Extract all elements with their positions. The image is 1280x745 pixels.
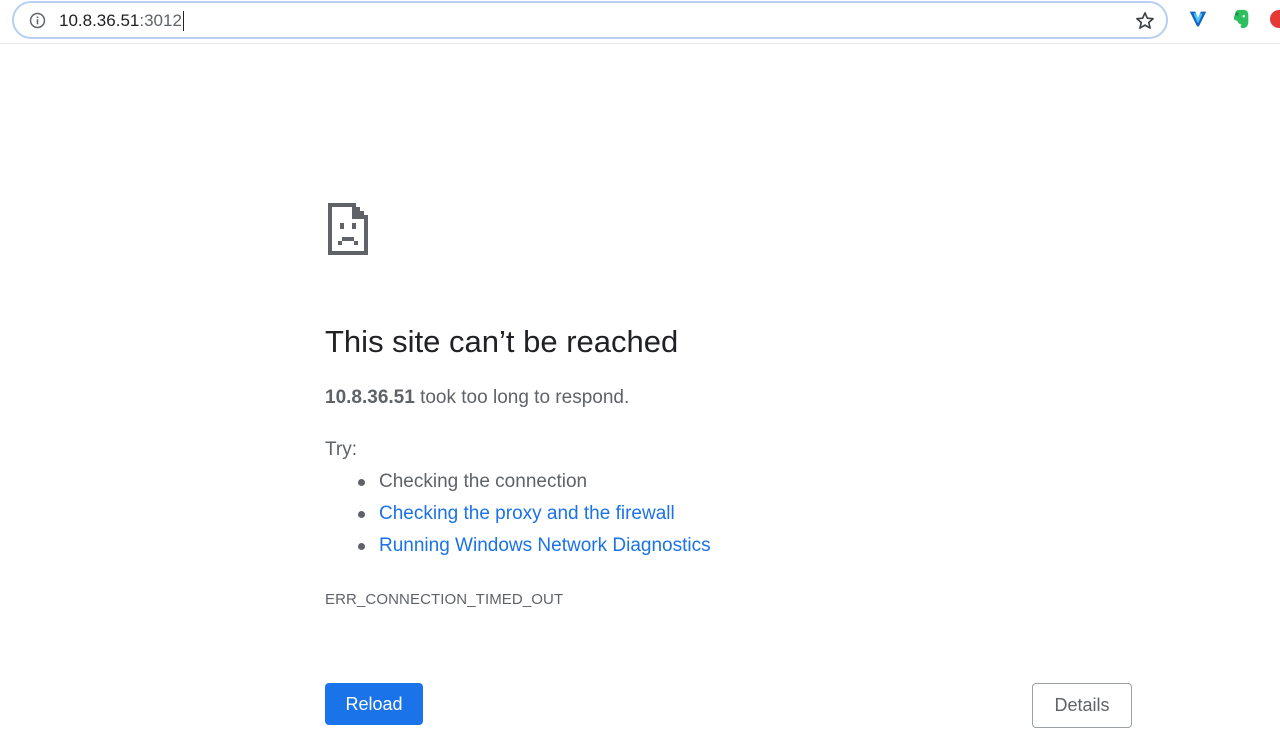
details-button[interactable]: Details [1032, 683, 1132, 728]
bullet-icon [358, 479, 365, 486]
reload-button[interactable]: Reload [325, 683, 423, 725]
url-host: 10.8.36.51 [59, 11, 140, 30]
error-host: 10.8.36.51 [325, 387, 415, 408]
error-summary-text: took too long to respond. [414, 387, 630, 408]
error-heading: This site can’t be reached [325, 324, 679, 359]
try-label: Try: [325, 439, 358, 460]
evernote-extension-icon[interactable] [1230, 8, 1252, 30]
browser-toolbar: 10.8.36.51:3012 [0, 0, 1280, 44]
info-icon[interactable] [29, 12, 46, 29]
url-port: :3012 [139, 11, 182, 30]
text-caret [182, 11, 184, 31]
suggestion-item: Checking the connection [325, 470, 711, 502]
suggestion-check-connection: Checking the connection [379, 471, 588, 492]
suggestion-proxy-firewall-link[interactable]: Checking the proxy and the firewall [379, 503, 675, 524]
suggestion-item: Checking the proxy and the firewall [325, 502, 711, 534]
url-text[interactable]: 10.8.36.51:3012 [59, 11, 184, 31]
error-code: ERR_CONNECTION_TIMED_OUT [325, 591, 564, 608]
star-icon[interactable] [1134, 10, 1156, 32]
red-extension-icon[interactable] [1270, 10, 1280, 28]
error-summary: 10.8.36.51 took too long to respond. [325, 386, 629, 410]
bullet-icon [358, 511, 365, 518]
address-bar[interactable]: 10.8.36.51:3012 [12, 1, 1168, 39]
vpn-extension-icon[interactable] [1187, 8, 1209, 30]
sad-document-icon [328, 203, 368, 255]
bullet-icon [358, 543, 365, 550]
suggestions-list: Checking the connection Checking the pro… [325, 470, 711, 566]
suggestion-network-diagnostics-link[interactable]: Running Windows Network Diagnostics [379, 535, 711, 556]
suggestion-item: Running Windows Network Diagnostics [325, 534, 711, 566]
